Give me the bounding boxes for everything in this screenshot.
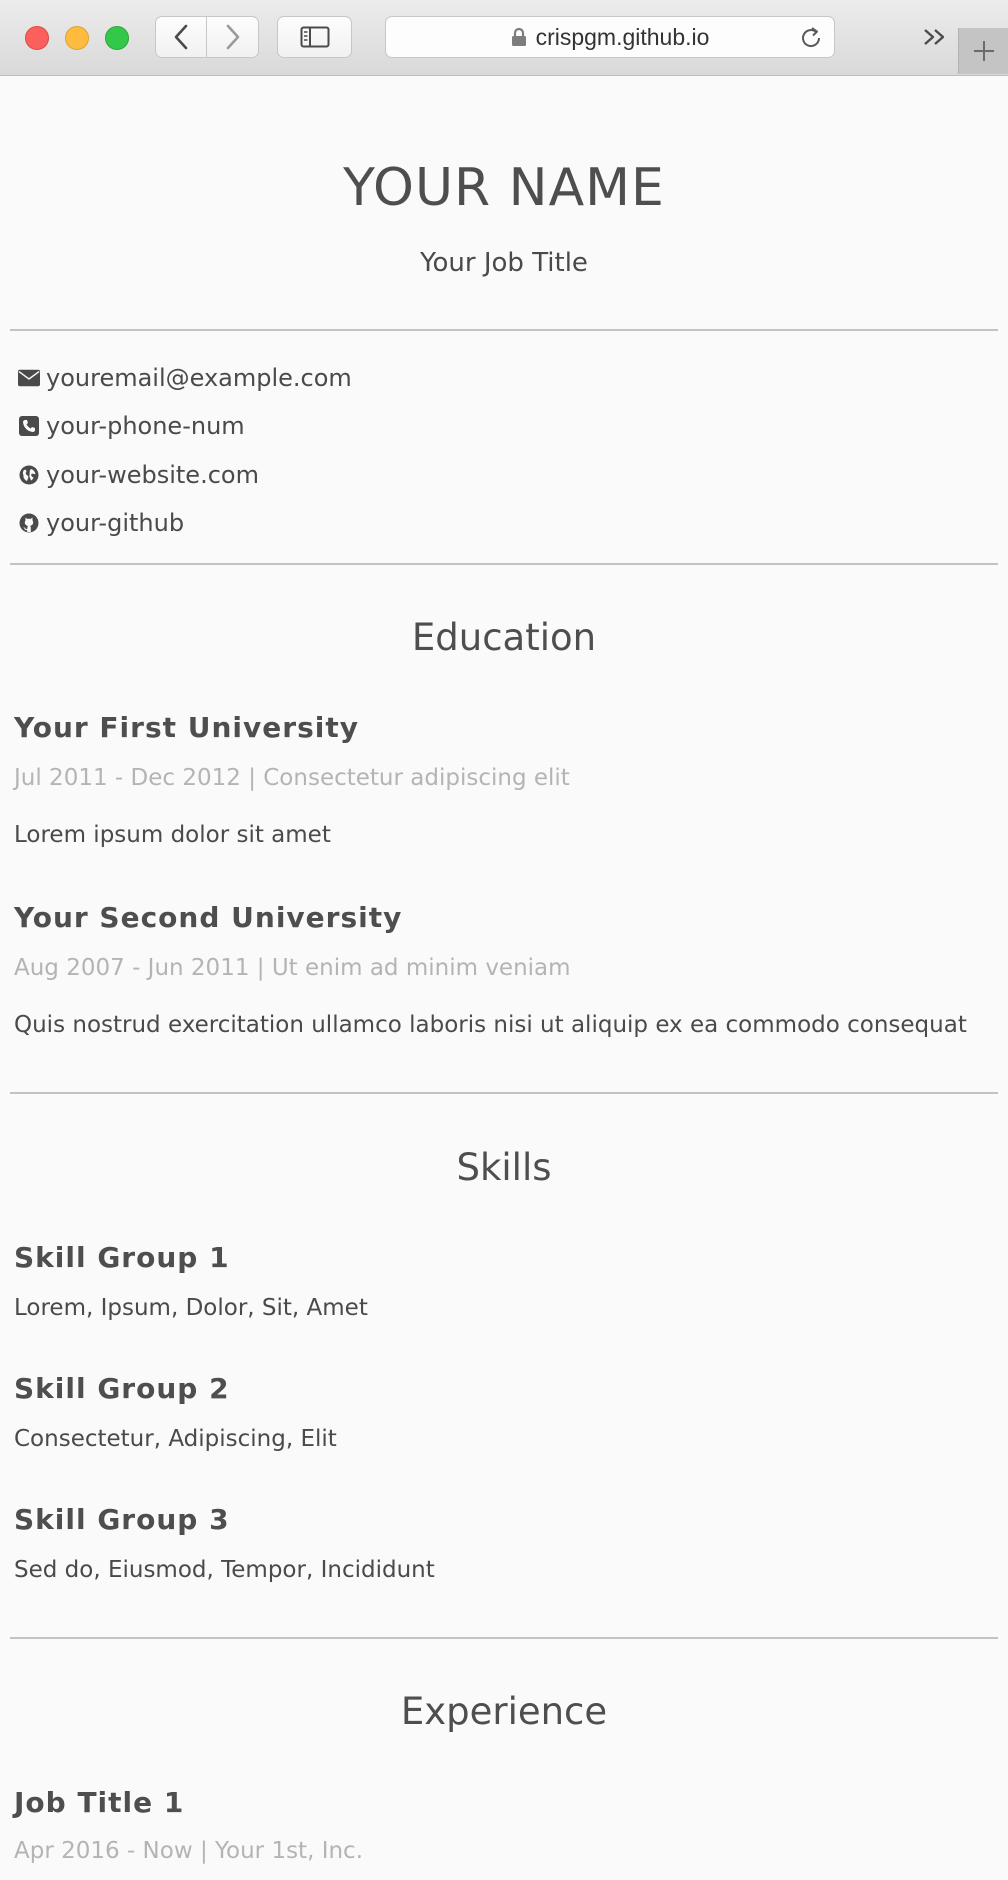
github-icon <box>18 512 40 534</box>
close-window-button[interactable] <box>25 26 49 50</box>
education-subtitle: Ut enim ad minim veniam <box>271 955 571 981</box>
experience-meta: Apr 2016 - Now | Your 1st, Inc. <box>14 1836 363 1866</box>
job-title: Your Job Title <box>420 248 588 278</box>
education-school: Your Second University <box>14 901 403 934</box>
resume-name: YOUR NAME <box>343 158 665 218</box>
maximize-window-button[interactable] <box>105 26 129 50</box>
meta-separator: | <box>248 765 256 791</box>
skill-group-name: Skill Group 3 <box>14 1503 230 1536</box>
education-heading: Education <box>411 616 597 659</box>
education-meta: Jul 2011 - Dec 2012 | Consectetur adipis… <box>14 763 570 793</box>
experience-job-title: Job Title 1 <box>14 1786 185 1819</box>
skill-group-name: Skill Group 2 <box>14 1372 230 1405</box>
plus-icon <box>973 41 994 61</box>
contact-email-text: youremail@example.com <box>46 364 352 392</box>
skill-group-list: Sed do, Eiusmod, Tempor, Incididunt <box>14 1557 435 1583</box>
education-description: Lorem ipsum dolor sit amet <box>14 822 331 848</box>
url-text: crispgm.github.io <box>535 23 710 50</box>
education-dates: Jul 2011 - Dec 2012 <box>14 765 241 791</box>
contact-website[interactable]: your-website.com <box>18 459 259 491</box>
chevron-right-icon <box>226 24 239 50</box>
skill-group-list: Consectetur, Adipiscing, Elit <box>14 1426 337 1452</box>
sidebar-toggle-button[interactable] <box>277 16 352 58</box>
experience-heading: Experience <box>400 1690 608 1733</box>
education-subtitle: Consectetur adipiscing elit <box>263 765 570 791</box>
contact-phone[interactable]: your-phone-num <box>18 410 245 442</box>
experience-company: Your 1st, Inc. <box>215 1838 364 1864</box>
divider <box>10 1092 998 1094</box>
contact-github[interactable]: your-github <box>18 507 184 539</box>
address-bar[interactable]: crispgm.github.io <box>385 16 835 58</box>
minimize-window-button[interactable] <box>65 26 89 50</box>
toolbar-overflow-button[interactable] <box>918 22 952 52</box>
browser-toolbar: crispgm.github.io <box>0 0 1008 76</box>
skill-group-name: Skill Group 1 <box>14 1241 230 1274</box>
contact-phone-text: your-phone-num <box>46 412 245 440</box>
forward-button[interactable] <box>207 16 259 58</box>
back-button[interactable] <box>155 16 207 58</box>
double-chevron-right-icon <box>924 29 945 45</box>
divider <box>10 563 998 565</box>
experience-dates: Apr 2016 - Now <box>14 1838 193 1864</box>
education-school: Your First University <box>14 711 359 744</box>
lock-icon <box>511 27 526 46</box>
contact-email[interactable]: youremail@example.com <box>18 362 352 394</box>
education-meta: Aug 2007 - Jun 2011 | Ut enim ad minim v… <box>14 953 571 983</box>
reload-icon[interactable] <box>798 25 824 51</box>
meta-separator: | <box>256 955 265 981</box>
education-description: Quis nostrud exercitation ullamco labori… <box>14 1012 967 1038</box>
envelope-icon <box>18 367 40 389</box>
education-dates: Aug 2007 - Jun 2011 <box>14 955 250 981</box>
skills-heading: Skills <box>456 1146 552 1189</box>
skill-group-list: Lorem, Ipsum, Dolor, Sit, Amet <box>14 1295 368 1321</box>
new-tab-button[interactable] <box>958 28 1008 74</box>
globe-icon <box>18 464 40 486</box>
contact-github-text: your-github <box>46 509 185 537</box>
divider <box>10 329 998 331</box>
meta-separator: | <box>199 1838 208 1864</box>
chevron-left-icon <box>174 24 188 50</box>
phone-icon <box>18 415 40 437</box>
divider <box>10 1637 998 1639</box>
sidebar-icon <box>300 26 329 48</box>
contact-website-text: your-website.com <box>46 461 259 489</box>
